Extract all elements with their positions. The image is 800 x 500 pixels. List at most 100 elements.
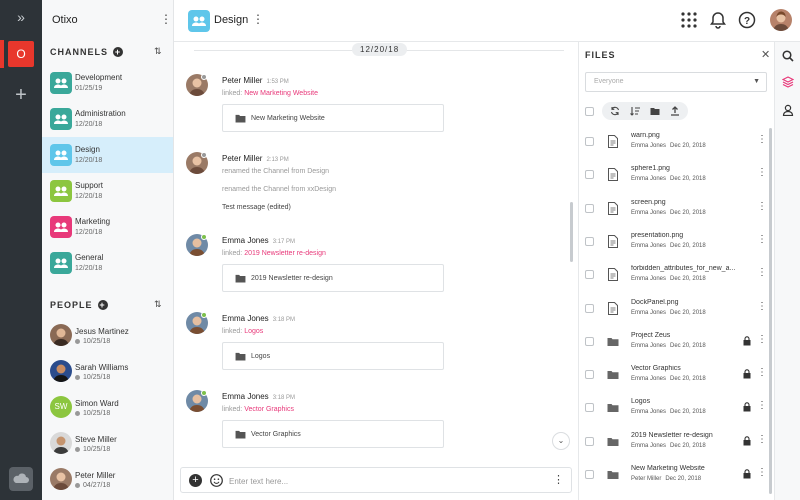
file-row[interactable]: screen.png Emma Jones Dec 20, 2018 ⋮ [585, 193, 769, 226]
help-icon[interactable]: ? [738, 11, 756, 29]
file-row[interactable]: New Marketing Website Peter Miller Dec 20,… [585, 459, 769, 492]
emoji-icon[interactable] [210, 474, 223, 487]
file-name[interactable]: New Marketing Website [631, 465, 749, 472]
file-checkbox[interactable] [585, 203, 594, 213]
chevron-down-icon[interactable]: ⌄ [552, 432, 570, 450]
channel-item[interactable]: Development 01/25/19 [42, 65, 173, 101]
file-name[interactable]: 2019 Newsletter re-design [631, 432, 749, 439]
scrollbar[interactable] [769, 128, 772, 494]
file-checkbox[interactable] [585, 170, 594, 180]
person-item[interactable]: Steve Miller 10/25/18 [42, 426, 173, 462]
file-checkbox[interactable] [585, 303, 594, 313]
file-name[interactable]: screen.png [631, 199, 749, 206]
file-row[interactable]: 2019 Newsletter re-design Emma Jones Dec 2… [585, 426, 769, 459]
linked-item-link[interactable]: Logos [244, 328, 263, 335]
file-menu-icon[interactable]: ⋮ [757, 400, 767, 411]
file-name[interactable]: Project Zeus [631, 332, 749, 339]
file-checkbox[interactable] [585, 270, 594, 280]
new-folder-icon[interactable] [650, 106, 660, 116]
channel-item[interactable]: Administration 12/20/18 [42, 101, 173, 137]
org-badge[interactable]: O [8, 41, 34, 67]
file-menu-icon[interactable]: ⋮ [757, 201, 767, 212]
avatar[interactable] [770, 9, 792, 31]
linked-folder-card[interactable]: 2019 Newsletter re-design [222, 264, 444, 292]
person-item[interactable]: Jesus Martinez 10/25/18 [42, 318, 173, 354]
file-name[interactable]: warn.png [631, 132, 749, 139]
file-menu-icon[interactable]: ⋮ [757, 467, 767, 478]
select-all-checkbox[interactable] [585, 106, 594, 116]
file-checkbox[interactable] [585, 236, 594, 246]
file-row[interactable]: forbidden_attributes_for_new_a... Emma Jo… [585, 259, 769, 292]
file-menu-icon[interactable]: ⋮ [757, 234, 767, 245]
person-item[interactable]: Peter Miller 04/27/18 [42, 462, 173, 498]
channel-item[interactable]: Design 12/20/18 [42, 137, 173, 173]
file-name[interactable]: sphere1.png [631, 165, 749, 172]
message-author[interactable]: Emma Jones [222, 392, 269, 401]
person-item[interactable]: SW Simon Ward 10/25/18 [42, 390, 173, 426]
file-menu-icon[interactable]: ⋮ [757, 434, 767, 445]
layers-icon[interactable] [782, 76, 794, 88]
channel-item[interactable]: Marketing 12/20/18 [42, 209, 173, 245]
file-row[interactable]: Vector Graphics Emma Jones Dec 20, 2018 ⋮ [585, 359, 769, 392]
message-author[interactable]: Emma Jones [222, 236, 269, 245]
cloud-icon[interactable] [9, 467, 33, 491]
bell-icon[interactable] [709, 11, 727, 29]
linked-item-link[interactable]: New Marketing Website [244, 90, 318, 97]
user-icon[interactable] [782, 104, 794, 116]
person-item[interactable]: Sarah Williams 10/25/18 [42, 354, 173, 390]
scrollbar[interactable] [570, 202, 573, 262]
file-name[interactable]: DockPanel.png [631, 299, 749, 306]
message-input[interactable] [229, 475, 529, 487]
upload-icon[interactable] [670, 106, 680, 116]
file-menu-icon[interactable]: ⋮ [757, 167, 767, 178]
file-name[interactable]: Vector Graphics [631, 365, 749, 372]
plus-icon[interactable]: + [0, 84, 42, 106]
file-row[interactable]: Logos Emma Jones Dec 20, 2018 ⋮ [585, 392, 769, 425]
add-attachment-button[interactable]: + [189, 474, 202, 487]
file-row[interactable]: DockPanel.png Emma Jones Dec 20, 2018 ⋮ [585, 293, 769, 326]
composer-menu-icon[interactable]: ⋮ [553, 473, 564, 486]
file-row[interactable]: warn.png Emma Jones Dec 20, 2018 ⋮ [585, 126, 769, 159]
file-row[interactable]: presentation.png Emma Jones Dec 20, 2018 ⋮ [585, 226, 769, 259]
message-list[interactable]: 12/20/18 Peter Miller 1:53 PM linked: New … [174, 42, 578, 500]
sort-icon[interactable]: ⇅ [154, 46, 162, 57]
file-name[interactable]: presentation.png [631, 232, 749, 239]
file-menu-icon[interactable]: ⋮ [757, 334, 767, 345]
file-row[interactable]: sphere1.png Emma Jones Dec 20, 2018 ⋮ [585, 159, 769, 192]
add-person-button[interactable]: + [97, 300, 108, 310]
close-icon[interactable]: ✕ [761, 48, 770, 61]
file-checkbox[interactable] [585, 470, 594, 479]
file-checkbox[interactable] [585, 403, 594, 413]
sort-icon[interactable]: ⇅ [154, 299, 162, 310]
apps-grid-icon[interactable] [680, 11, 698, 29]
file-name[interactable]: forbidden_attributes_for_new_a... [631, 265, 749, 272]
message-author[interactable]: Emma Jones [222, 314, 269, 323]
refresh-icon[interactable] [610, 106, 620, 116]
file-checkbox[interactable] [585, 370, 594, 380]
search-icon[interactable] [782, 50, 794, 62]
file-menu-icon[interactable]: ⋮ [757, 367, 767, 378]
channel-menu-icon[interactable]: ⋮ [252, 12, 264, 26]
linked-folder-card[interactable]: New Marketing Website [222, 104, 444, 132]
file-checkbox[interactable] [585, 137, 594, 146]
file-name[interactable]: Logos [631, 398, 749, 405]
file-menu-icon[interactable]: ⋮ [757, 301, 767, 312]
org-menu-icon[interactable]: ⋮ [160, 12, 172, 26]
linked-item-link[interactable]: 2019 Newsletter re-design [244, 250, 326, 257]
message-author[interactable]: Peter Miller [222, 76, 262, 85]
linked-folder-card[interactable]: Logos [222, 342, 444, 370]
sort-icon[interactable] [630, 106, 640, 116]
file-row[interactable]: Project Zeus Emma Jones Dec 20, 2018 ⋮ [585, 326, 769, 359]
channel-item[interactable]: General 12/20/18 [42, 245, 173, 281]
message-author[interactable]: Peter Miller [222, 154, 262, 163]
linked-item-link[interactable]: Vector Graphics [244, 406, 294, 413]
add-channel-button[interactable]: + [113, 47, 124, 57]
channel-item[interactable]: Support 12/20/18 [42, 173, 173, 209]
files-filter-select[interactable]: Everyone ▼ [585, 72, 767, 92]
double-chevron-right-icon[interactable]: » [0, 6, 42, 28]
file-checkbox[interactable] [585, 336, 594, 346]
file-menu-icon[interactable]: ⋮ [757, 267, 767, 278]
file-checkbox[interactable] [585, 436, 594, 446]
file-menu-icon[interactable]: ⋮ [757, 134, 767, 145]
linked-folder-card[interactable]: Vector Graphics [222, 420, 444, 448]
